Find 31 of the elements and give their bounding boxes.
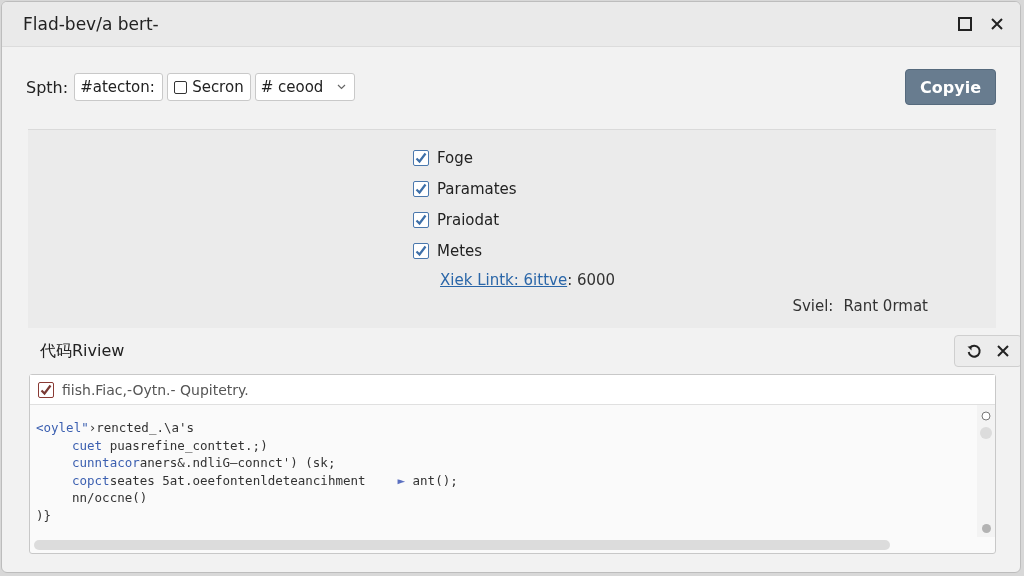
option-label: Praiodat <box>437 211 500 229</box>
window-title: Flad-bev/a bert- <box>23 14 160 34</box>
code-line: copctseates 5at.oeefontenldeteancihment ► ant(); <box>72 471 458 489</box>
option-label: Foge <box>437 149 474 167</box>
checkbox[interactable] <box>413 150 429 166</box>
checkbox[interactable] <box>413 212 429 228</box>
section-title: 代码Riview <box>40 340 126 362</box>
link-value: : 6000 <box>567 271 616 289</box>
status-label: Sviel: <box>792 297 834 315</box>
maximize-button[interactable] <box>956 15 974 33</box>
vertical-scrollbar[interactable] <box>977 405 995 537</box>
header-text: fiish.Fiac,-Oytn.- Qupitetry. <box>62 381 249 398</box>
link[interactable]: Xiek Lintk: 6ittve <box>440 271 568 289</box>
dropdown[interactable]: # ceood <box>254 73 356 101</box>
code-line: cunntacoraners&.ndliG—connct') (sk; <box>72 454 336 472</box>
checkbox[interactable] <box>38 381 54 398</box>
caret-icon <box>337 84 347 90</box>
toolbar-label: Spth: <box>26 77 69 97</box>
input-field[interactable]: #atecton: <box>74 73 164 101</box>
checkbox[interactable] <box>413 181 429 197</box>
scroll-up-icon[interactable] <box>981 411 991 421</box>
code-line: )} <box>36 506 52 524</box>
status-value: Rant 0rmat <box>843 297 928 315</box>
code-line: <oylel"›rencted_.\a's <box>36 419 195 437</box>
option-label: Paramates <box>437 180 517 198</box>
copy-button[interactable]: Copyie <box>905 69 996 105</box>
option-label: Metes <box>437 242 483 260</box>
toggle-checkbox[interactable]: Secron <box>167 73 251 101</box>
code-line: cuet puasrefine_conttet.;) <box>72 436 268 454</box>
code-line: nn/occne() <box>72 489 148 507</box>
checkbox[interactable] <box>413 243 429 259</box>
